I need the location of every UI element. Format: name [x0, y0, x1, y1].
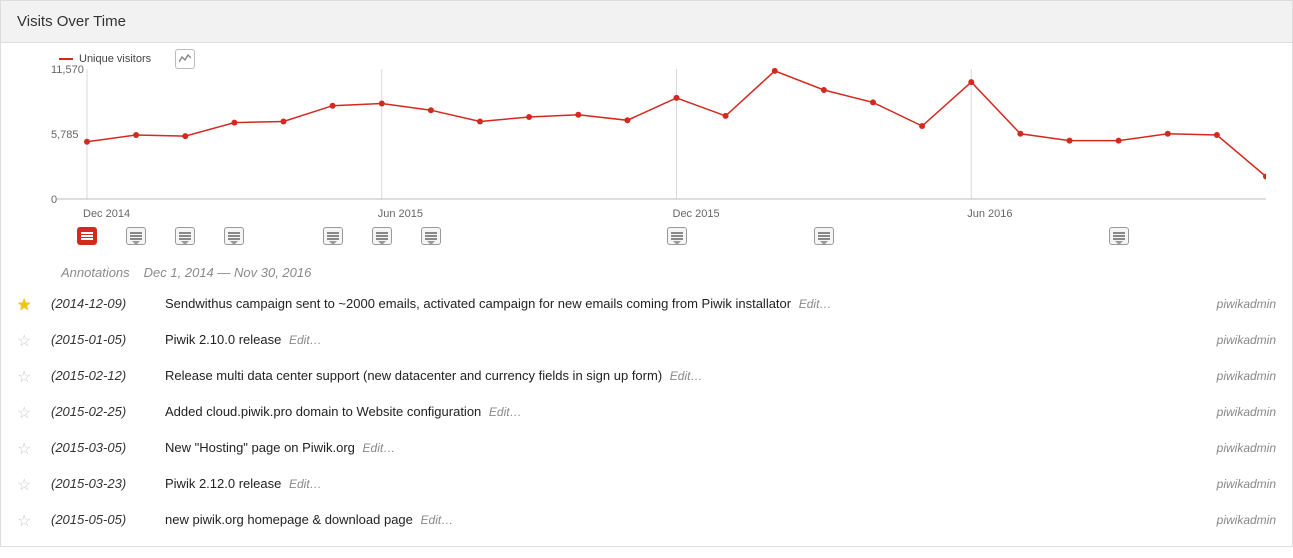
annotation-text: Piwik 2.10.0 release Edit… [165, 332, 1199, 347]
annotations-label: Annotations [61, 265, 130, 280]
annotation-user: piwikadmin [1217, 441, 1276, 455]
annotation-user: piwikadmin [1217, 333, 1276, 347]
annotation-item: ☆ (2015-02-12) Release multi data center s… [17, 358, 1276, 394]
annotation-marker[interactable] [126, 227, 146, 245]
svg-text:Dec 2014: Dec 2014 [83, 208, 130, 220]
annotation-user: piwikadmin [1217, 477, 1276, 491]
svg-text:5,785: 5,785 [51, 129, 79, 141]
annotation-date: (2015-02-12) [51, 368, 147, 383]
annotation-user: piwikadmin [1217, 369, 1276, 383]
star-icon[interactable]: ☆ [17, 406, 33, 422]
annotation-text: Sendwithus campaign sent to ~2000 emails… [165, 296, 1199, 311]
edit-annotation-link[interactable]: Edit… [489, 405, 522, 419]
annotation-text: Release multi data center support (new d… [165, 368, 1199, 383]
edit-annotation-link[interactable]: Edit… [799, 297, 832, 311]
annotation-date: (2015-01-05) [51, 332, 147, 347]
star-icon[interactable]: ☆ [17, 514, 33, 530]
annotation-item: ☆ (2015-01-05) Piwik 2.10.0 release Edit… p… [17, 322, 1276, 358]
metric-picker-icon[interactable] [175, 49, 195, 69]
annotation-item: ★ (2014-12-09) Sendwithus campaign sent to… [17, 286, 1276, 322]
svg-text:Jun 2016: Jun 2016 [967, 208, 1012, 220]
annotation-markers-row [11, 227, 1264, 251]
edit-annotation-link[interactable]: Edit… [289, 477, 322, 491]
visits-over-time-widget: Visits Over Time Unique visitors 05,7851… [0, 0, 1293, 547]
annotations-range: Dec 1, 2014 — Nov 30, 2016 [144, 265, 312, 280]
star-icon[interactable]: ☆ [17, 334, 33, 350]
svg-text:Jun 2015: Jun 2015 [378, 208, 423, 220]
annotation-text: Piwik 2.12.0 release Edit… [165, 476, 1199, 491]
annotation-marker[interactable] [814, 227, 834, 245]
edit-annotation-link[interactable]: Edit… [363, 441, 396, 455]
annotation-date: (2015-05-05) [51, 512, 147, 527]
annotation-date: (2015-03-05) [51, 440, 147, 455]
annotation-marker[interactable] [175, 227, 195, 245]
annotation-date: (2015-03-23) [51, 476, 147, 491]
annotation-user: piwikadmin [1217, 405, 1276, 419]
edit-annotation-link[interactable]: Edit… [670, 369, 703, 383]
annotation-text: Added cloud.piwik.pro domain to Website … [165, 404, 1199, 419]
svg-text:Dec 2015: Dec 2015 [673, 208, 720, 220]
annotation-marker[interactable] [224, 227, 244, 245]
star-icon[interactable]: ★ [17, 298, 33, 314]
svg-text:0: 0 [51, 194, 57, 206]
annotation-user: piwikadmin [1217, 297, 1276, 311]
widget-title: Visits Over Time [1, 1, 1292, 43]
visits-line-chart: 05,78511,570Dec 2014Jun 2015Dec 2015Jun … [11, 53, 1266, 223]
star-icon[interactable]: ☆ [17, 370, 33, 386]
annotation-marker[interactable] [77, 227, 97, 245]
annotation-list: ★ (2014-12-09) Sendwithus campaign sent to… [1, 286, 1292, 546]
annotation-date: (2014-12-09) [51, 296, 147, 311]
annotation-marker[interactable] [323, 227, 343, 245]
annotation-marker[interactable] [667, 227, 687, 245]
annotation-user: piwikadmin [1217, 513, 1276, 527]
legend-series-label: Unique visitors [79, 53, 151, 65]
chart-legend: Unique visitors [59, 49, 195, 69]
chart-area: Unique visitors 05,78511,570Dec 2014Jun … [1, 43, 1292, 251]
edit-annotation-link[interactable]: Edit… [421, 513, 454, 527]
annotation-item: ☆ (2015-03-23) Piwik 2.12.0 release Edit… p… [17, 466, 1276, 502]
annotation-text: new piwik.org homepage & download page E… [165, 512, 1199, 527]
annotation-date: (2015-02-25) [51, 404, 147, 419]
annotation-item: ☆ (2015-03-05) New "Hosting" page on Piwik… [17, 430, 1276, 466]
legend-color-swatch [59, 58, 73, 60]
annotation-marker[interactable] [421, 227, 441, 245]
annotations-header: Annotations Dec 1, 2014 — Nov 30, 2016 [1, 251, 1292, 286]
annotation-item: ☆ (2015-05-05) new piwik.org homepage & do… [17, 502, 1276, 538]
annotation-marker[interactable] [1109, 227, 1129, 245]
star-icon[interactable]: ☆ [17, 442, 33, 458]
edit-annotation-link[interactable]: Edit… [289, 333, 322, 347]
star-icon[interactable]: ☆ [17, 478, 33, 494]
annotation-marker[interactable] [372, 227, 392, 245]
annotation-item: ☆ (2015-02-25) Added cloud.piwik.pro domai… [17, 394, 1276, 430]
annotation-text: New "Hosting" page on Piwik.org Edit… [165, 440, 1199, 455]
